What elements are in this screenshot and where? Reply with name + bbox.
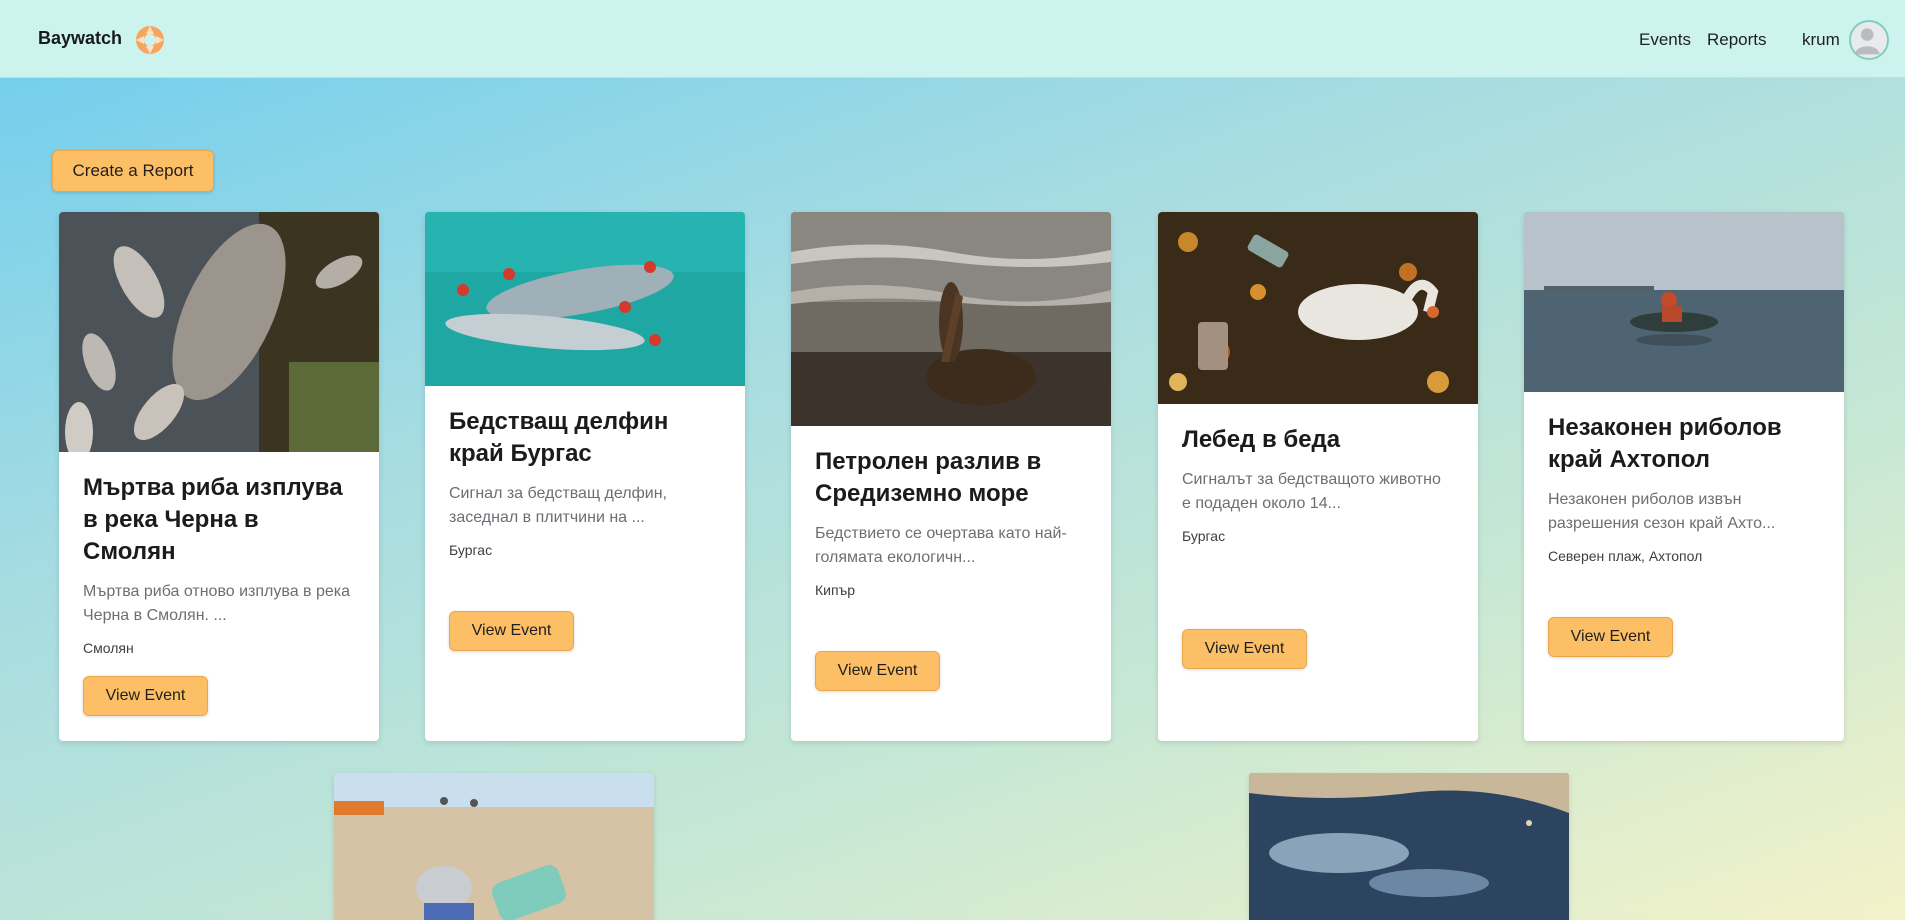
card-description: Бедствието се очертава като най-голямата… [815,525,1067,566]
card-location: Смолян [83,640,134,656]
card-location: Северен плаж, Ахтопол [1548,548,1703,564]
event-card [1249,773,1569,920]
card-location: Бургас [1182,528,1226,544]
event-card [334,773,654,920]
card-description: Сигнал за бедстващ делфин, заседнал в пл… [449,485,667,526]
lifebuoy-logo-icon[interactable] [130,20,170,60]
event-card: Бедстващ делфин край Бургас Сигнал за бе… [425,212,745,741]
oiled-pelican-image [791,212,1111,426]
beach-litter-image [334,773,654,920]
card-title: Мъртва риба изплува в река Черна в Смоля… [83,474,343,565]
event-card: Незаконен риболов край Ахтопол Незаконен… [1524,212,1844,741]
event-card: Мъртва риба изплува в река Черна в Смоля… [59,212,379,741]
event-card: Петролен разлив в Средиземно море Бедств… [791,212,1111,741]
card-title: Петролен разлив в Средиземно море [815,448,1042,507]
navbar: Baywatch Events Reports krum [0,0,1905,78]
swan-in-litter-image [1158,212,1478,404]
card-description: Мъртва риба отново изплува в река Черна … [83,583,351,624]
event-card: Лебед в беда Сигналът за бедстващото жив… [1158,212,1478,741]
card-description: Незаконен риболов извън разрешения сезон… [1548,491,1776,532]
dead-fish-image [59,212,379,452]
user-name[interactable]: krum [1802,30,1840,50]
card-location: Бургас [449,542,493,558]
create-report-button[interactable]: Create a Report [52,150,214,192]
nav-link-events[interactable]: Events [1639,30,1691,50]
view-event-button[interactable]: View Event [449,611,574,651]
card-title: Лебед в беда [1182,426,1341,453]
view-event-button[interactable]: View Event [815,651,940,691]
brand-name[interactable]: Baywatch [38,28,122,49]
nav-link-reports[interactable]: Reports [1707,30,1767,50]
aerial-water-image [1249,773,1569,920]
view-event-button[interactable]: View Event [83,676,208,716]
view-event-button[interactable]: View Event [1182,629,1307,669]
illegal-fishing-boat-image [1524,212,1844,392]
card-description: Сигналът за бедстващото животно е подаде… [1182,471,1441,512]
card-location: Кипър [815,582,856,598]
dolphin-image [425,212,745,386]
view-event-button[interactable]: View Event [1548,617,1673,657]
card-title: Бедстващ делфин край Бургас [449,408,669,467]
avatar-icon[interactable] [1849,20,1889,60]
card-title: Незаконен риболов край Ахтопол [1548,414,1782,473]
